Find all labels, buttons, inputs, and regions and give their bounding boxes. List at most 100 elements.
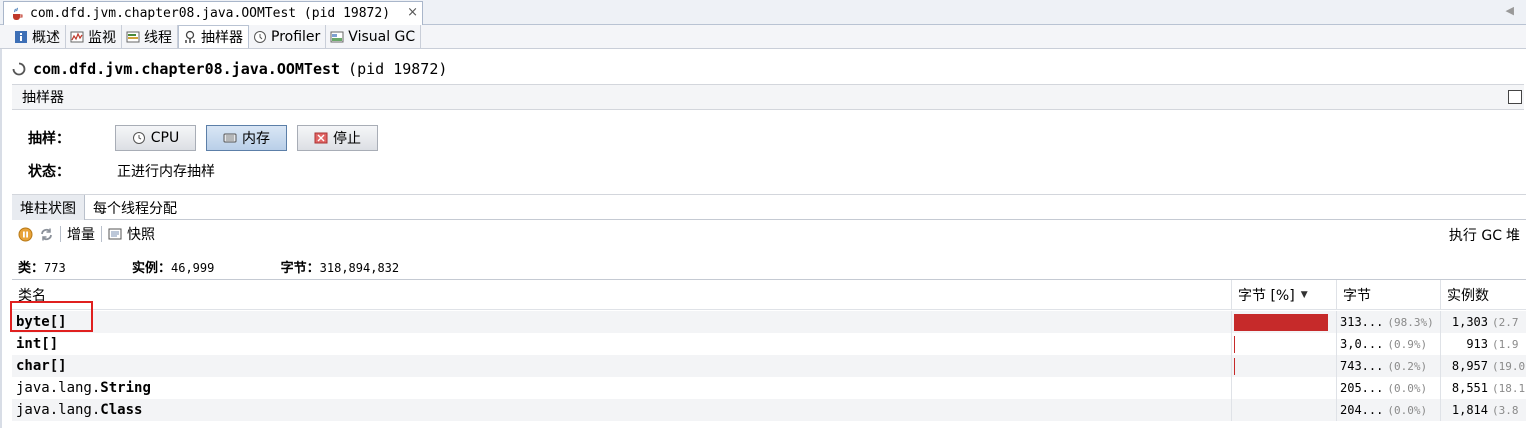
bytes-percent-bar-cell xyxy=(1231,377,1337,399)
bytes-percent-bar-cell xyxy=(1231,399,1337,421)
pause-icon[interactable] xyxy=(18,227,33,242)
instances-value: 8,551 xyxy=(1451,381,1488,395)
memory-icon xyxy=(223,131,238,145)
visualgc-icon xyxy=(330,30,345,44)
stop-button[interactable]: 停止 xyxy=(297,125,378,151)
instances-cell: 1,814 (3.8 xyxy=(1440,399,1526,421)
column-header-class-name[interactable]: 类名 xyxy=(12,280,1231,310)
sampler-icon xyxy=(183,30,198,44)
refresh-icon[interactable] xyxy=(39,227,54,241)
instances-percent: (1.9 xyxy=(1492,337,1519,351)
instances-percent: (3.8 xyxy=(1492,403,1519,417)
column-header-instances[interactable]: 实例数 xyxy=(1440,280,1526,310)
instances-value: 1,814 xyxy=(1451,403,1488,417)
stop-icon xyxy=(314,131,329,145)
table-row[interactable]: java.lang. Class 204... (0.0%) 1,814 (3.8 xyxy=(12,399,1526,421)
document-tab-title: com.dfd.jvm.chapter08.java.OOMTest (pid … xyxy=(30,6,391,21)
tab-label: Profiler xyxy=(271,28,321,45)
sampling-label: 抽样： xyxy=(28,131,70,147)
tab-label: 概述 xyxy=(32,29,60,46)
histogram-summary: 类：773 实例：46,999 字节：318,894,832 xyxy=(18,257,399,276)
close-icon[interactable]: × xyxy=(407,5,418,20)
tab-threads[interactable]: 线程 xyxy=(122,25,178,48)
perform-gc-button[interactable]: 执行 GC xyxy=(1449,225,1502,245)
bytes-percent: (0.9%) xyxy=(1387,337,1428,351)
view-tab-bar: 堆柱状图 每个线程分配 xyxy=(12,194,1526,220)
class-simple-name: int[] xyxy=(16,336,59,352)
instances-value: 913 xyxy=(1466,337,1488,351)
section-toggle-checkbox[interactable] xyxy=(1508,90,1522,104)
tab-per-thread-allocation[interactable]: 每个线程分配 xyxy=(85,195,185,220)
instances-percent: (19.0 xyxy=(1492,359,1526,373)
tab-label: 线程 xyxy=(144,29,172,46)
instances-cell: 8,551 (18.1 xyxy=(1440,377,1526,399)
heap-dump-button[interactable]: 堆 xyxy=(1506,225,1520,245)
tab-visual-gc[interactable]: Visual GC xyxy=(326,25,422,48)
sub-tab-bar: 概述 监视 线程 抽样器 Profiler Visual GC xyxy=(0,25,1526,49)
window-left-edge xyxy=(0,49,2,428)
instances-cell: 913 (1.9 xyxy=(1440,333,1526,355)
monitor-icon xyxy=(70,30,85,44)
bytes-value: 3,0... xyxy=(1340,337,1384,351)
java-cup-icon xyxy=(10,7,25,21)
classes-label: 类： xyxy=(18,261,45,276)
instances-count: 46,999 xyxy=(171,261,215,275)
tab-sampler[interactable]: 抽样器 xyxy=(178,25,249,48)
bytes-percent-bar-cell xyxy=(1231,333,1337,355)
bytes-percent-bar xyxy=(1234,335,1235,353)
table-row[interactable]: char[] 743... (0.2%) 8,957 (19.0 xyxy=(12,355,1526,377)
table-row[interactable]: java.lang. String 205... (0.0%) 8,551 (18.1 xyxy=(12,377,1526,399)
table-row[interactable]: int[] 3,0... (0.9%) 913 (1.9 xyxy=(12,333,1526,355)
column-header-bytes-percent[interactable]: 字节 [%] ▼ xyxy=(1231,280,1336,310)
bytes-percent: (0.2%) xyxy=(1387,359,1428,373)
class-name-cell: char[] xyxy=(16,355,1230,377)
page-title: com.dfd.jvm.chapter08.java.OOMTest (pid … xyxy=(12,60,447,78)
tab-label: 监视 xyxy=(88,29,116,46)
table-row[interactable]: byte[] 313... (98.3%) 1,303 (2.7 xyxy=(12,311,1526,333)
process-pid: (pid 19872) xyxy=(348,60,448,78)
tab-label: 抽样器 xyxy=(201,30,243,46)
tab-profiler[interactable]: Profiler xyxy=(249,25,327,48)
status-value: 正进行内存抽样 xyxy=(117,164,215,180)
bytes-cell: 313... (98.3%) xyxy=(1336,311,1440,333)
instances-label: 实例： xyxy=(131,261,171,276)
bytes-cell: 3,0... (0.9%) xyxy=(1336,333,1440,355)
instances-cell: 1,303 (2.7 xyxy=(1440,311,1526,333)
table-header: 类名 字节 [%] ▼ 字节 实例数 xyxy=(12,280,1526,310)
bytes-label: 字节： xyxy=(280,261,320,276)
document-tab[interactable]: com.dfd.jvm.chapter08.java.OOMTest (pid … xyxy=(3,1,423,25)
annotation-highlight-box xyxy=(10,301,93,332)
delta-button[interactable]: 增量 xyxy=(67,224,95,244)
class-name-cell: int[] xyxy=(16,333,1230,355)
stop-button-label: 停止 xyxy=(333,131,361,147)
info-icon xyxy=(14,30,29,44)
bytes-value: 313... xyxy=(1340,315,1384,329)
column-header-bytes[interactable]: 字节 xyxy=(1336,280,1440,310)
class-package: java.lang. xyxy=(16,402,101,418)
tab-monitor[interactable]: 监视 xyxy=(66,25,122,48)
bytes-value: 204... xyxy=(1340,403,1384,417)
instances-percent: (2.7 xyxy=(1492,315,1519,329)
cpu-button-label: CPU xyxy=(150,130,180,146)
cpu-button[interactable]: CPU xyxy=(115,125,196,151)
instances-cell: 8,957 (19.0 xyxy=(1440,355,1526,377)
snapshot-button[interactable]: 快照 xyxy=(127,224,155,244)
class-name-cell: byte[] xyxy=(16,311,1230,333)
tab-heap-histogram[interactable]: 堆柱状图 xyxy=(12,195,85,220)
bytes-percent: (0.0%) xyxy=(1387,403,1428,417)
memory-button-label: 内存 xyxy=(242,131,270,147)
instances-value: 1,303 xyxy=(1451,315,1488,329)
sampler-section-header: 抽样器 xyxy=(12,84,1524,110)
toolbar-separator xyxy=(60,226,61,242)
bytes-percent-bar xyxy=(1234,313,1329,331)
scroll-left-icon[interactable]: ◀ xyxy=(1506,4,1514,17)
sort-descending-icon: ▼ xyxy=(1300,290,1308,300)
bytes-count: 318,894,832 xyxy=(319,261,400,275)
memory-button[interactable]: 内存 xyxy=(206,125,287,151)
bytes-cell: 204... (0.0%) xyxy=(1336,399,1440,421)
tab-overview[interactable]: 概述 xyxy=(10,25,66,48)
heap-histogram-table: 类名 字节 [%] ▼ 字节 实例数 byte[] 313... (98.3%) 1,… xyxy=(12,279,1526,428)
clock-icon xyxy=(132,131,147,145)
class-name-cell: java.lang. String xyxy=(16,377,1230,399)
bytes-cell: 743... (0.2%) xyxy=(1336,355,1440,377)
